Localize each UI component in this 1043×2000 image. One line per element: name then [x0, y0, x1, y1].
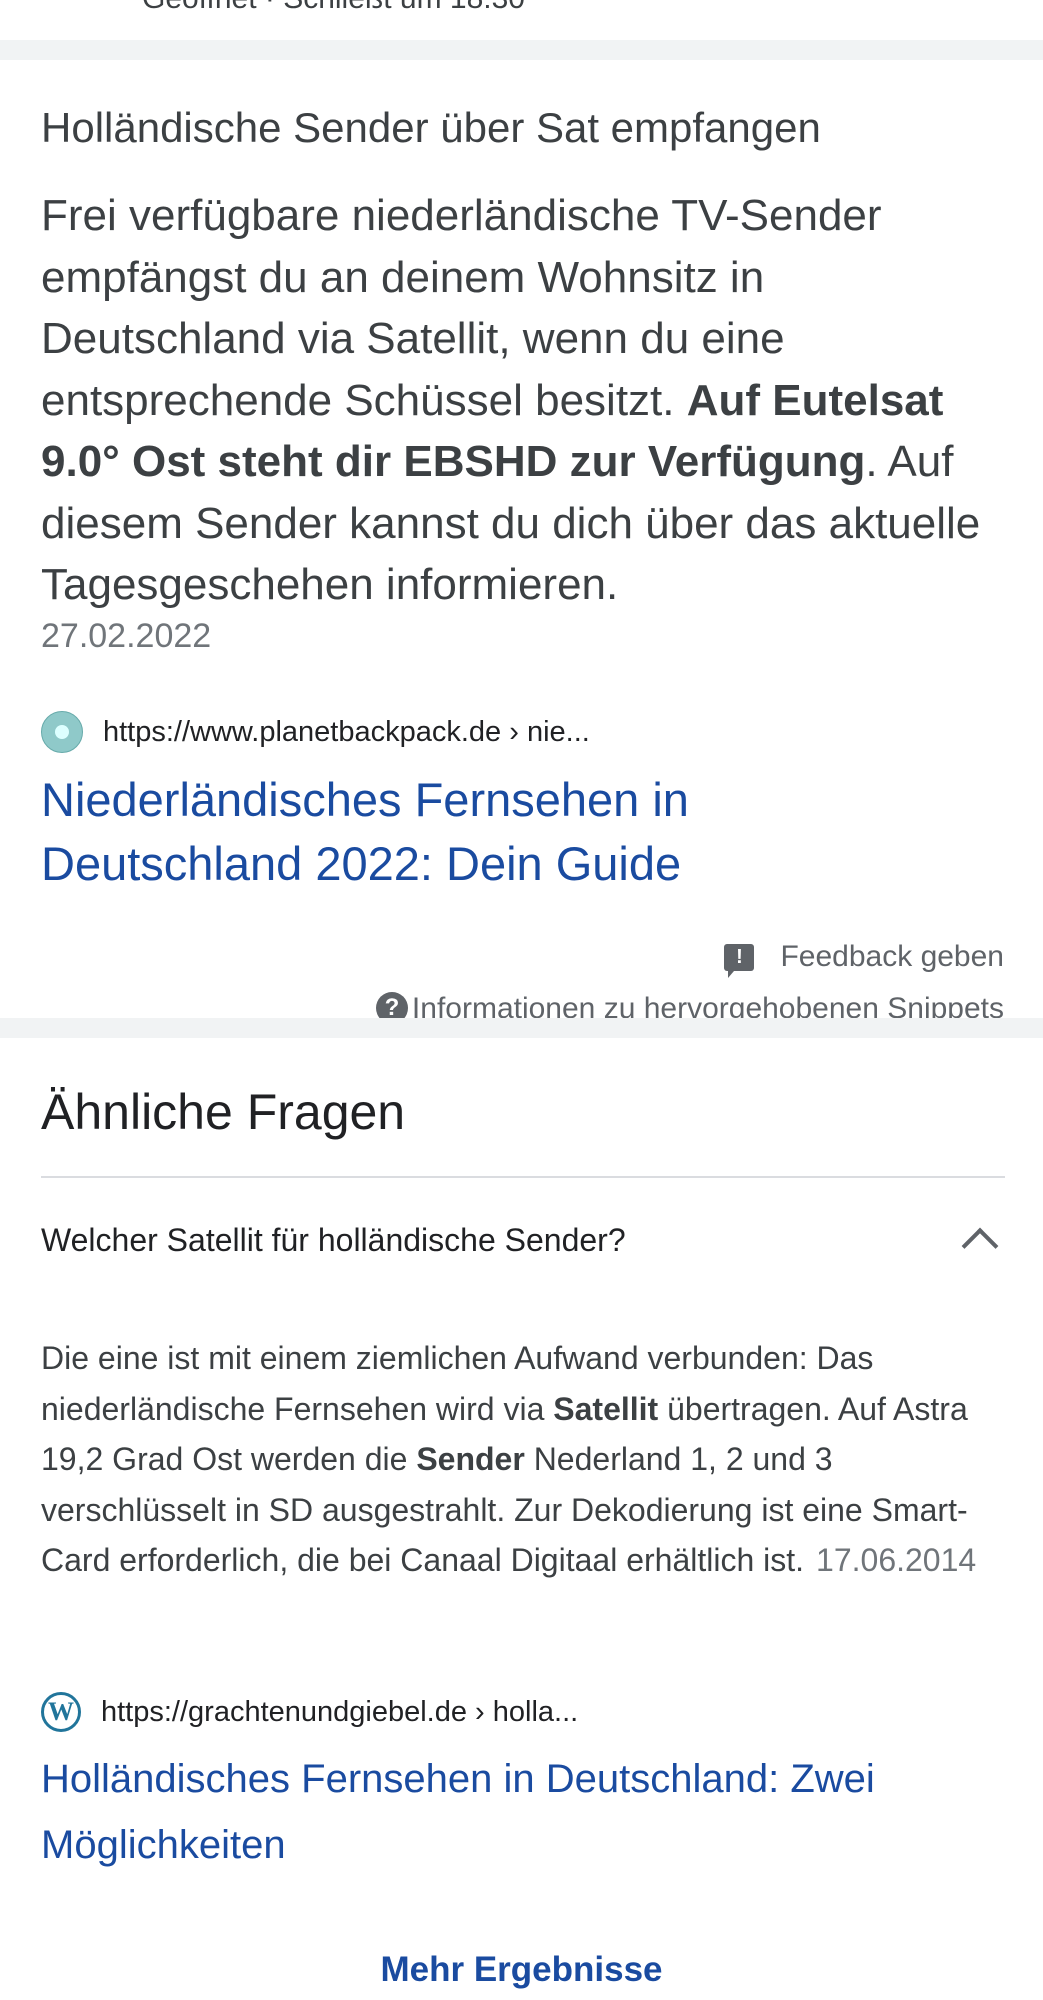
snippet-date: 27.02.2022 — [41, 617, 212, 655]
feedback-button[interactable]: ! Feedback geben — [724, 940, 1004, 978]
feedback-label: Feedback geben — [780, 940, 1004, 973]
more-results-button[interactable]: Mehr Ergebnisse — [0, 1950, 1043, 1990]
previous-result-card: Geöffnet · Schließt um 18:30 — [0, 0, 1043, 40]
related-questions-heading: Ähnliche Fragen — [41, 1084, 406, 1140]
card-separator — [0, 40, 1043, 60]
chevron-up-icon — [961, 1227, 999, 1265]
source-url[interactable]: https://www.planetbackpack.de › nie... — [103, 716, 590, 749]
card-separator — [0, 1018, 1043, 1038]
wordpress-favicon-icon: W — [41, 1692, 81, 1732]
feedback-icon: ! — [724, 943, 755, 978]
source-row[interactable]: W https://grachtenundgiebel.de › holla..… — [41, 1690, 578, 1734]
source-url[interactable]: https://grachtenundgiebel.de › holla... — [101, 1696, 578, 1729]
snippet-info-label: Informationen zu hervorgehobenen Snippet… — [411, 992, 1004, 1018]
planet-favicon-icon — [41, 711, 83, 753]
question-toggle[interactable]: Welcher Satellit für holländische Sender… — [41, 1212, 1005, 1268]
answer-text: Die eine ist mit einem ziemlichen Aufwan… — [41, 1333, 1011, 1586]
result-title-link[interactable]: Niederländisches Fernsehen in Deutschlan… — [41, 768, 941, 896]
answer-date: 17.06.2014 — [816, 1542, 977, 1578]
divider — [41, 1176, 1005, 1178]
source-row[interactable]: https://www.planetbackpack.de › nie... — [41, 710, 590, 754]
snippet-info-link[interactable]: ? Informationen zu hervorgehobenen Snipp… — [375, 992, 1004, 1018]
result-title-link[interactable]: Holländisches Fernsehen in Deutschland: … — [41, 1746, 981, 1878]
snippet-body: Frei verfügbare niederländische TV-Sende… — [41, 185, 1001, 616]
help-circle-icon: ? — [375, 992, 408, 1018]
opening-hours-text: Geöffnet · Schließt um 18:30 — [142, 0, 525, 16]
snippet-heading: Holländische Sender über Sat empfangen — [41, 104, 821, 151]
question-text: Welcher Satellit für holländische Sender… — [41, 1221, 626, 1258]
answer-highlight: Satellit — [553, 1390, 659, 1427]
answer-highlight: Sender — [416, 1441, 525, 1477]
